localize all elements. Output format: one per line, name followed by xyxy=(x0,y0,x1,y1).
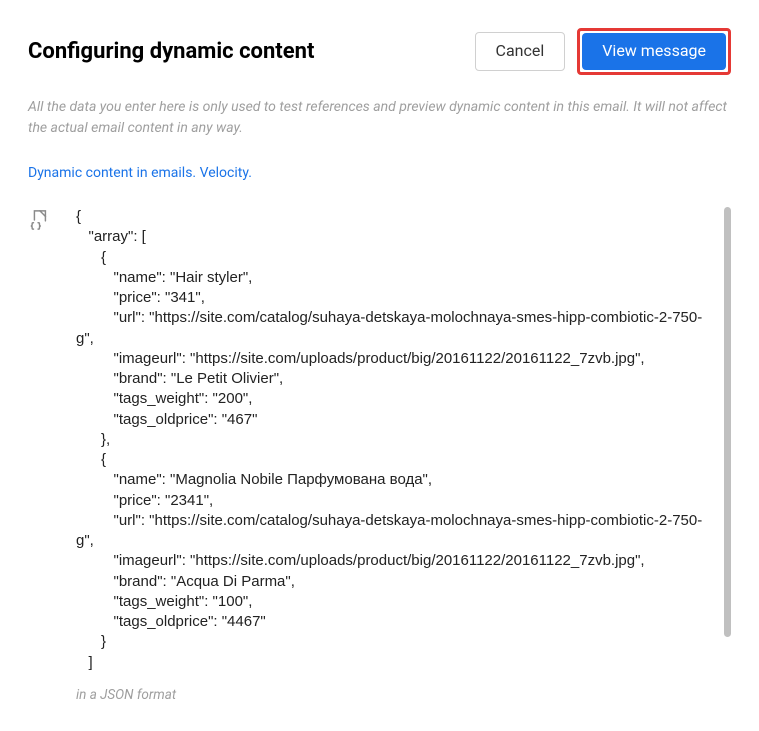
cancel-button[interactable]: Cancel xyxy=(475,32,566,71)
page-title: Configuring dynamic content xyxy=(28,39,314,64)
view-message-button[interactable]: View message xyxy=(582,33,726,70)
format-note: in a JSON format xyxy=(76,687,731,703)
dialog-actions: Cancel View message xyxy=(475,28,731,75)
scrollbar[interactable] xyxy=(724,207,731,637)
json-editor[interactable]: { "array": [ { "name": "Hair styler", "p… xyxy=(76,207,711,681)
description-text: All the data you enter here is only used… xyxy=(28,97,731,140)
view-message-highlight: View message xyxy=(577,28,731,75)
docs-link[interactable]: Dynamic content in emails. Velocity. xyxy=(28,165,252,181)
json-braces-icon xyxy=(28,207,52,235)
